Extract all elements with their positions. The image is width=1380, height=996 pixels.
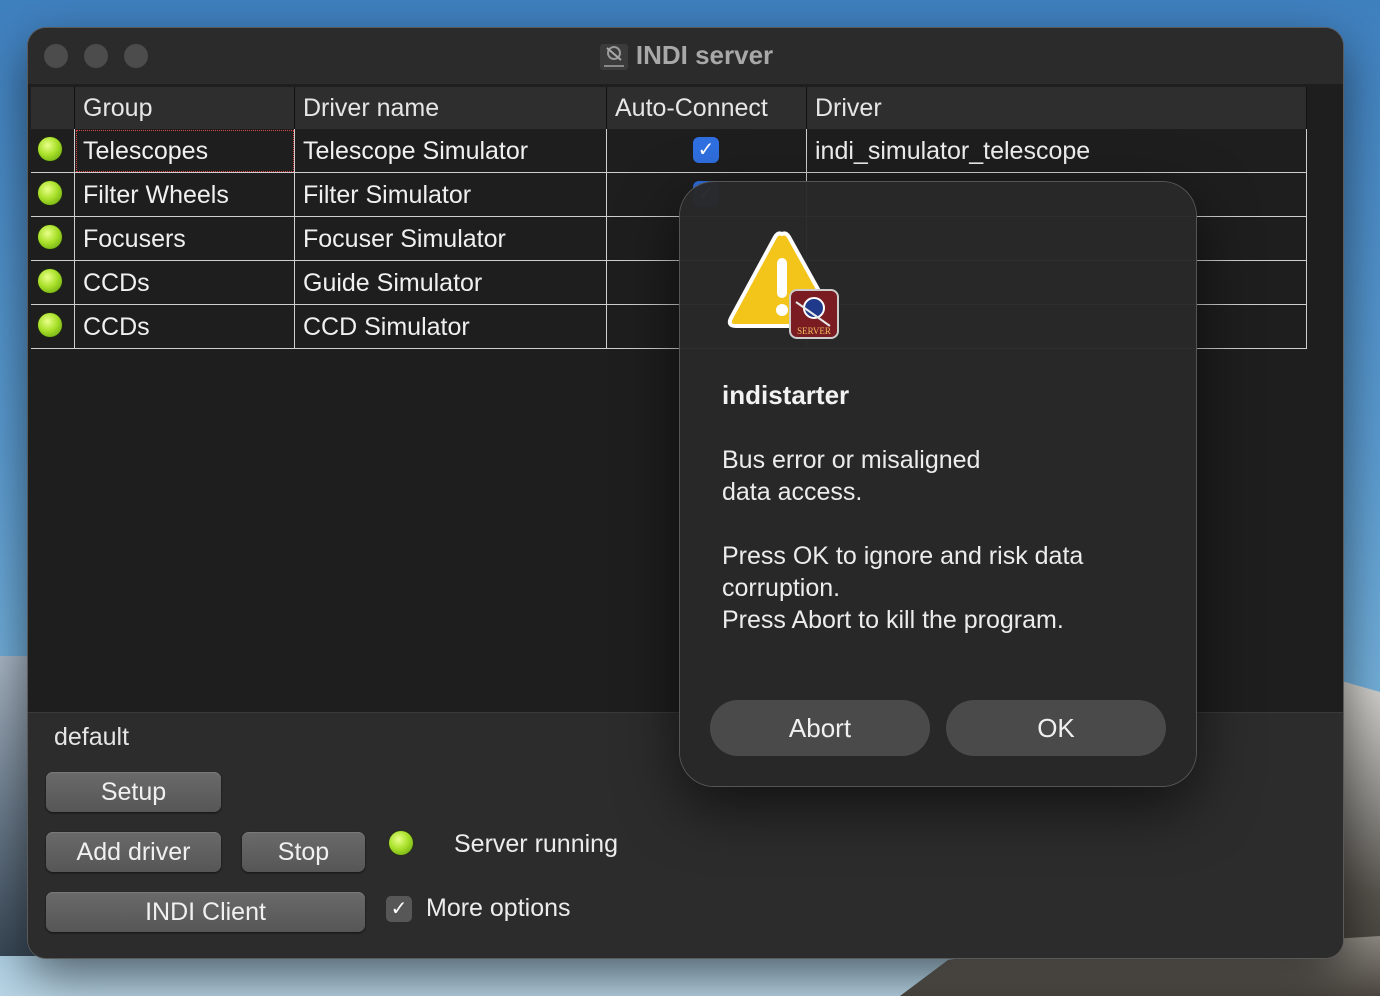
dialog-message-line: Bus error or misaligned: [722, 446, 981, 474]
driver-name-cell[interactable]: Filter Simulator: [295, 173, 607, 217]
ok-button[interactable]: OK: [946, 700, 1166, 756]
status-led-icon: [38, 313, 62, 337]
dialog-message-line: Press OK to ignore and risk data: [722, 542, 1084, 570]
dialog-message-line: Press Abort to kill the program.: [722, 606, 1064, 634]
driver-name-cell[interactable]: CCD Simulator: [295, 305, 607, 349]
server-badge-text: SERVER: [797, 326, 831, 336]
status-led-icon: [38, 225, 62, 249]
dialog-message-line: corruption.: [722, 574, 841, 602]
setup-button[interactable]: Setup: [46, 772, 221, 812]
status-led-icon: [38, 137, 62, 161]
server-badge-icon: SERVER: [789, 289, 839, 339]
indi-server-icon: [599, 44, 628, 71]
dialog-title: indistarter: [722, 380, 850, 410]
auto-connect-cell[interactable]: ✓: [607, 129, 807, 173]
title-bar[interactable]: INDI server: [28, 28, 1343, 85]
group-cell[interactable]: Filter Wheels: [75, 173, 295, 217]
dialog-message-line: data access.: [722, 478, 863, 506]
window-title: INDI server: [28, 40, 1343, 72]
abort-button[interactable]: Abort: [710, 700, 930, 756]
more-options-label[interactable]: More options: [426, 894, 571, 923]
more-options-checkbox[interactable]: ✓: [386, 896, 412, 922]
header-driver[interactable]: Driver: [807, 87, 1307, 129]
header-group[interactable]: Group: [75, 87, 295, 129]
server-status-text: Server running: [454, 830, 618, 858]
window-title-text: INDI server: [635, 40, 774, 70]
driver-name-cell[interactable]: Focuser Simulator: [295, 217, 607, 261]
stop-button[interactable]: Stop: [242, 832, 365, 872]
warning-icon: SERVER: [727, 231, 839, 339]
group-cell[interactable]: CCDs: [75, 305, 295, 349]
alert-dialog: SERVER indistarter Bus error or misalign…: [680, 182, 1196, 786]
status-led-icon: [38, 269, 62, 293]
driver-cell[interactable]: indi_simulator_telescope: [807, 129, 1307, 173]
status-led-icon: [38, 181, 62, 205]
driver-name-cell[interactable]: Telescope Simulator: [295, 129, 607, 173]
auto-connect-checkbox[interactable]: ✓: [693, 137, 719, 163]
header-auto-connect[interactable]: Auto-Connect: [607, 87, 807, 129]
group-cell[interactable]: Focusers: [75, 217, 295, 261]
header-status[interactable]: [31, 87, 75, 129]
group-cell[interactable]: CCDs: [75, 261, 295, 305]
driver-name-cell[interactable]: Guide Simulator: [295, 261, 607, 305]
indi-client-button[interactable]: INDI Client: [46, 892, 365, 932]
profile-name: default: [54, 723, 130, 751]
header-driver-name[interactable]: Driver name: [295, 87, 607, 129]
group-cell[interactable]: Telescopes: [75, 129, 295, 173]
server-status-led-icon: [389, 831, 413, 855]
add-driver-button[interactable]: Add driver: [46, 832, 221, 872]
